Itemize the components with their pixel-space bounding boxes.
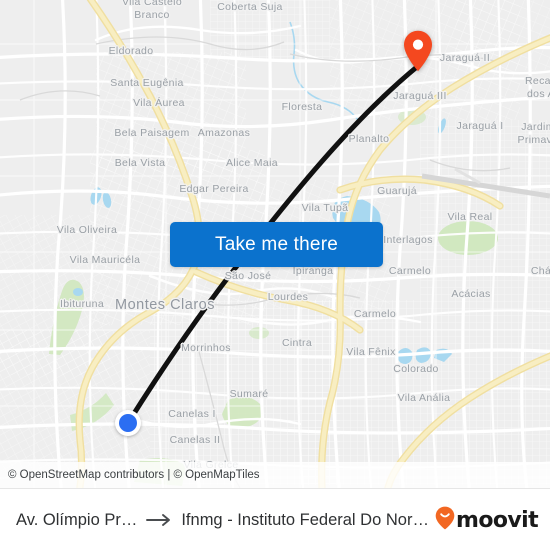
trip-origin-label: Av. Olímpio Pr… bbox=[16, 510, 138, 529]
trip-footer-bar: Av. Olímpio Pr… Ifnmg - Instituto Federa… bbox=[0, 488, 550, 550]
moovit-wordmark: moovit bbox=[456, 507, 539, 533]
moovit-pin-icon bbox=[435, 506, 455, 535]
destination-pin-marker[interactable] bbox=[403, 30, 433, 72]
moovit-logo[interactable]: moovit bbox=[435, 506, 550, 535]
trip-destination-label: Ifnmg - Instituto Federal Do Nort… bbox=[181, 510, 430, 529]
take-me-there-button[interactable]: Take me there bbox=[170, 222, 383, 267]
origin-dot-marker[interactable] bbox=[115, 410, 141, 436]
map-canvas[interactable]: Vila Castelo Branco Coberta Suja Eldorado Sa… bbox=[0, 0, 550, 488]
arrow-right-icon bbox=[146, 513, 172, 527]
origin-dot-fill bbox=[119, 414, 137, 432]
map-pin-icon bbox=[404, 30, 432, 72]
map-attribution-bar: © OpenStreetMap contributors | © OpenMap… bbox=[0, 462, 550, 488]
moovit-trip-screen: Vila Castelo Branco Coberta Suja Eldorado Sa… bbox=[0, 0, 550, 550]
trip-summary[interactable]: Av. Olímpio Pr… Ifnmg - Instituto Federa… bbox=[0, 511, 435, 530]
attribution-text[interactable]: © OpenStreetMap contributors | © OpenMap… bbox=[0, 469, 260, 481]
